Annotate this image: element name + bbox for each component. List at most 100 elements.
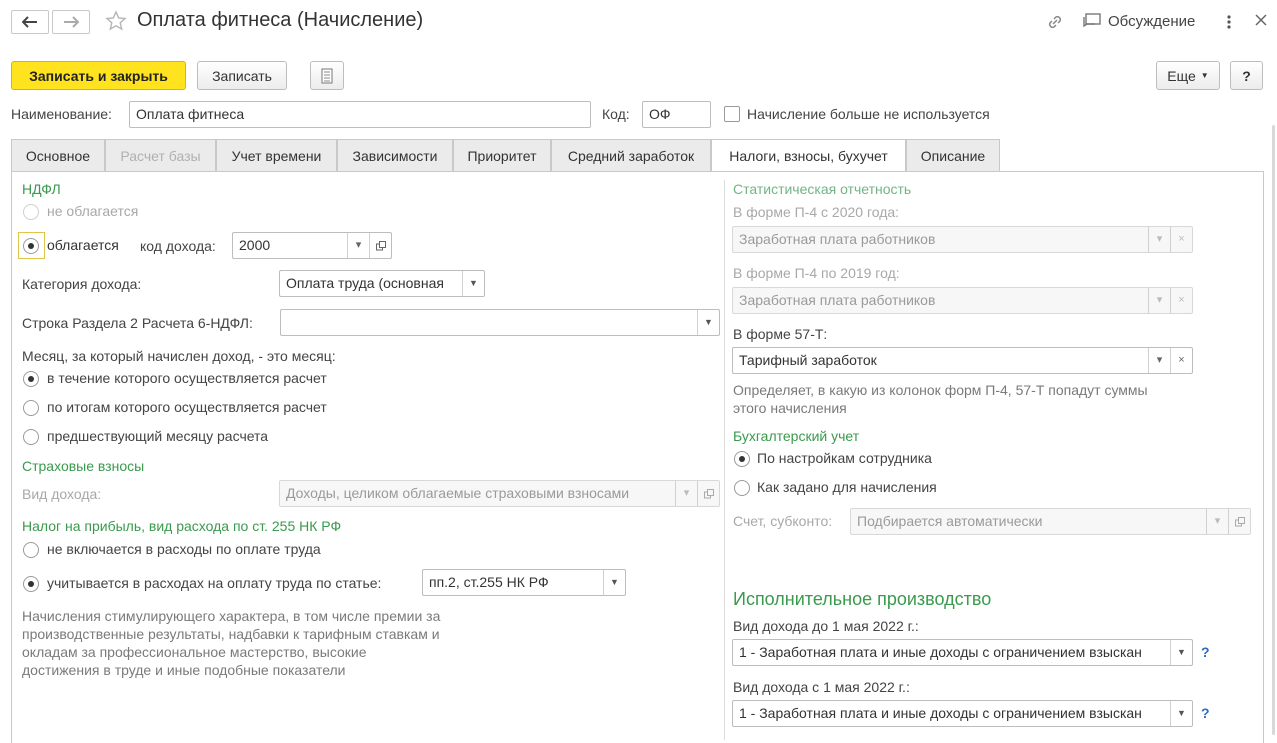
taxed-radio[interactable] <box>23 238 39 254</box>
favorite-star-button[interactable] <box>105 10 127 35</box>
chevron-down-icon[interactable]: ▾ <box>347 233 369 258</box>
tab-dependencies[interactable]: Зависимости <box>337 139 453 171</box>
tab-taxes[interactable]: Налоги, взносы, бухучет <box>711 139 906 172</box>
income-code-value: 2000 <box>239 237 271 253</box>
link-button[interactable] <box>1045 12 1065 35</box>
link-icon <box>1048 15 1062 29</box>
discussion-button[interactable]: Обсуждение <box>1082 12 1195 30</box>
income-category-value: Оплата труда (основная <box>286 275 444 291</box>
month-opt3-label: предшествующий месяцу расчета <box>47 428 269 444</box>
accounting-opt2-radio[interactable] <box>734 480 750 496</box>
app-window: Оплата фитнеса (Начисление) Обсуждение З… <box>0 0 1277 743</box>
chevron-down-icon[interactable]: ▼ <box>462 271 484 296</box>
code-label: Код: <box>602 106 630 122</box>
chevron-down-icon[interactable]: ▾ <box>1148 348 1170 373</box>
month-opt3-radio[interactable] <box>23 429 39 445</box>
save-and-close-button[interactable]: Записать и закрыть <box>11 61 186 90</box>
chevron-down-icon[interactable]: ▼ <box>1170 701 1192 726</box>
month-opt2-radio[interactable] <box>23 400 39 416</box>
chevron-down-icon[interactable]: ▼ <box>697 310 719 335</box>
before-may-label: Вид дохода до 1 мая 2022 г.: <box>733 618 919 634</box>
income-category-field[interactable]: Оплата труда (основная ▼ <box>279 270 485 297</box>
after-may-value: 1 - Заработная плата и иные доходы с огр… <box>739 705 1142 721</box>
clear-icon[interactable]: × <box>1170 348 1192 373</box>
profit-opt2-label: учитывается в расходах на оплату труда п… <box>47 575 382 591</box>
before-may-value: 1 - Заработная плата и иные доходы с огр… <box>739 644 1142 660</box>
enforcement-heading: Исполнительное производство <box>733 589 992 609</box>
close-icon <box>1255 14 1267 26</box>
stats-note-line: этого начисления <box>733 400 847 416</box>
name-field[interactable]: Оплата фитнеса <box>129 101 591 128</box>
insurance-income-type-value: Доходы, целиком облагаемые страховыми вз… <box>286 485 630 501</box>
p4-2019-label: В форме П-4 по 2019 год: <box>733 265 900 281</box>
tab-description[interactable]: Описание <box>906 139 1000 171</box>
accounting-opt1-radio[interactable] <box>734 451 750 467</box>
stats-note-line: Определяет, в какую из колонок форм П-4,… <box>733 382 1148 398</box>
accounting-heading: Бухгалтерский учет <box>733 428 860 444</box>
chat-icon <box>1083 13 1101 28</box>
code-field[interactable]: ОФ <box>642 101 711 128</box>
accounting-opt1-label: По настройкам сотрудника <box>757 450 932 466</box>
more-actions-label: Еще <box>1167 67 1196 84</box>
tab-main[interactable]: Основное <box>11 139 105 171</box>
open-form-icon <box>375 240 386 250</box>
tab-average-earnings[interactable]: Средний заработок <box>551 139 711 171</box>
arrow-right-icon <box>64 16 79 28</box>
more-menu-button[interactable] <box>1222 12 1236 32</box>
article-field[interactable]: пп.2, ст.255 НК РФ ▼ <box>422 569 626 596</box>
kebab-menu-icon <box>1227 15 1231 29</box>
open-icon[interactable] <box>369 233 391 258</box>
insurance-heading: Страховые взносы <box>22 458 145 474</box>
after-may-help[interactable]: ? <box>1201 705 1210 721</box>
open-icon <box>697 481 719 506</box>
p4-2019-field: Заработная плата работников ▾ × <box>732 287 1193 314</box>
taxed-label: облагается <box>47 237 119 253</box>
open-form-icon <box>703 488 714 498</box>
profit-tax-note: Начисления стимулирующего характера, в т… <box>22 607 440 679</box>
month-question: Месяц, за который начислен доход, - это … <box>22 348 336 364</box>
chevron-down-icon: ▾ <box>1148 227 1170 252</box>
before-may-help[interactable]: ? <box>1201 644 1210 660</box>
chevron-down-icon: ▾ <box>1206 509 1228 534</box>
chevron-down-icon: ▾ <box>1148 288 1170 313</box>
help-button[interactable]: ? <box>1230 61 1263 90</box>
forward-button[interactable] <box>52 10 90 34</box>
unused-label: Начисление больше не используется <box>747 106 990 122</box>
chevron-down-icon[interactable]: ▼ <box>1170 640 1192 665</box>
back-button[interactable] <box>11 10 49 34</box>
profit-opt2-radio[interactable] <box>23 576 39 592</box>
after-may-field[interactable]: 1 - Заработная плата и иные доходы с огр… <box>732 700 1193 727</box>
save-button[interactable]: Записать <box>197 61 287 90</box>
report-button[interactable] <box>310 61 344 90</box>
section2-label: Строка Раздела 2 Расчета 6-НДФЛ: <box>22 315 253 331</box>
month-opt1-label: в течение которого осуществляется расчет <box>47 370 327 386</box>
chevron-down-icon[interactable]: ▼ <box>603 570 625 595</box>
after-may-label: Вид дохода с 1 мая 2022 г.: <box>733 679 910 695</box>
unused-checkbox[interactable] <box>724 106 740 122</box>
article-value: пп.2, ст.255 НК РФ <box>429 574 549 590</box>
account-value: Подбирается автоматически <box>857 513 1043 529</box>
report-icon <box>321 68 333 83</box>
p4-2020-field: Заработная плата работников ▾ × <box>732 226 1193 253</box>
profit-opt1-radio[interactable] <box>23 542 39 558</box>
profit-note-line: производственные результаты, надбавки к … <box>22 626 440 642</box>
more-actions-button[interactable]: Еще ▼ <box>1156 61 1220 90</box>
profit-opt1-label: не включается в расходы по оплате труда <box>47 541 321 557</box>
close-button[interactable] <box>1254 13 1268 30</box>
f57t-field[interactable]: Тарифный заработок ▾ × <box>732 347 1193 374</box>
insurance-income-type-label: Вид дохода: <box>22 486 102 502</box>
p4-2020-label: В форме П-4 с 2020 года: <box>733 204 900 220</box>
profit-note-line: окладам за профессиональное мастерство, … <box>22 644 367 660</box>
tab-time-tracking[interactable]: Учет времени <box>216 139 337 171</box>
chevron-down-icon: ▾ <box>675 481 697 506</box>
month-opt1-radio[interactable] <box>23 371 39 387</box>
not-taxed-radio[interactable] <box>23 204 39 220</box>
tab-priority[interactable]: Приоритет <box>453 139 551 171</box>
tab-base-calc[interactable]: Расчет базы <box>105 139 216 171</box>
ndfl-heading: НДФЛ <box>22 181 61 197</box>
before-may-field[interactable]: 1 - Заработная плата и иные доходы с огр… <box>732 639 1193 666</box>
scrollbar[interactable] <box>1272 125 1275 735</box>
section2-field[interactable]: ▼ <box>280 309 720 336</box>
profit-note-line: Начисления стимулирующего характера, в т… <box>22 608 441 624</box>
income-code-field[interactable]: 2000 ▾ <box>232 232 392 259</box>
